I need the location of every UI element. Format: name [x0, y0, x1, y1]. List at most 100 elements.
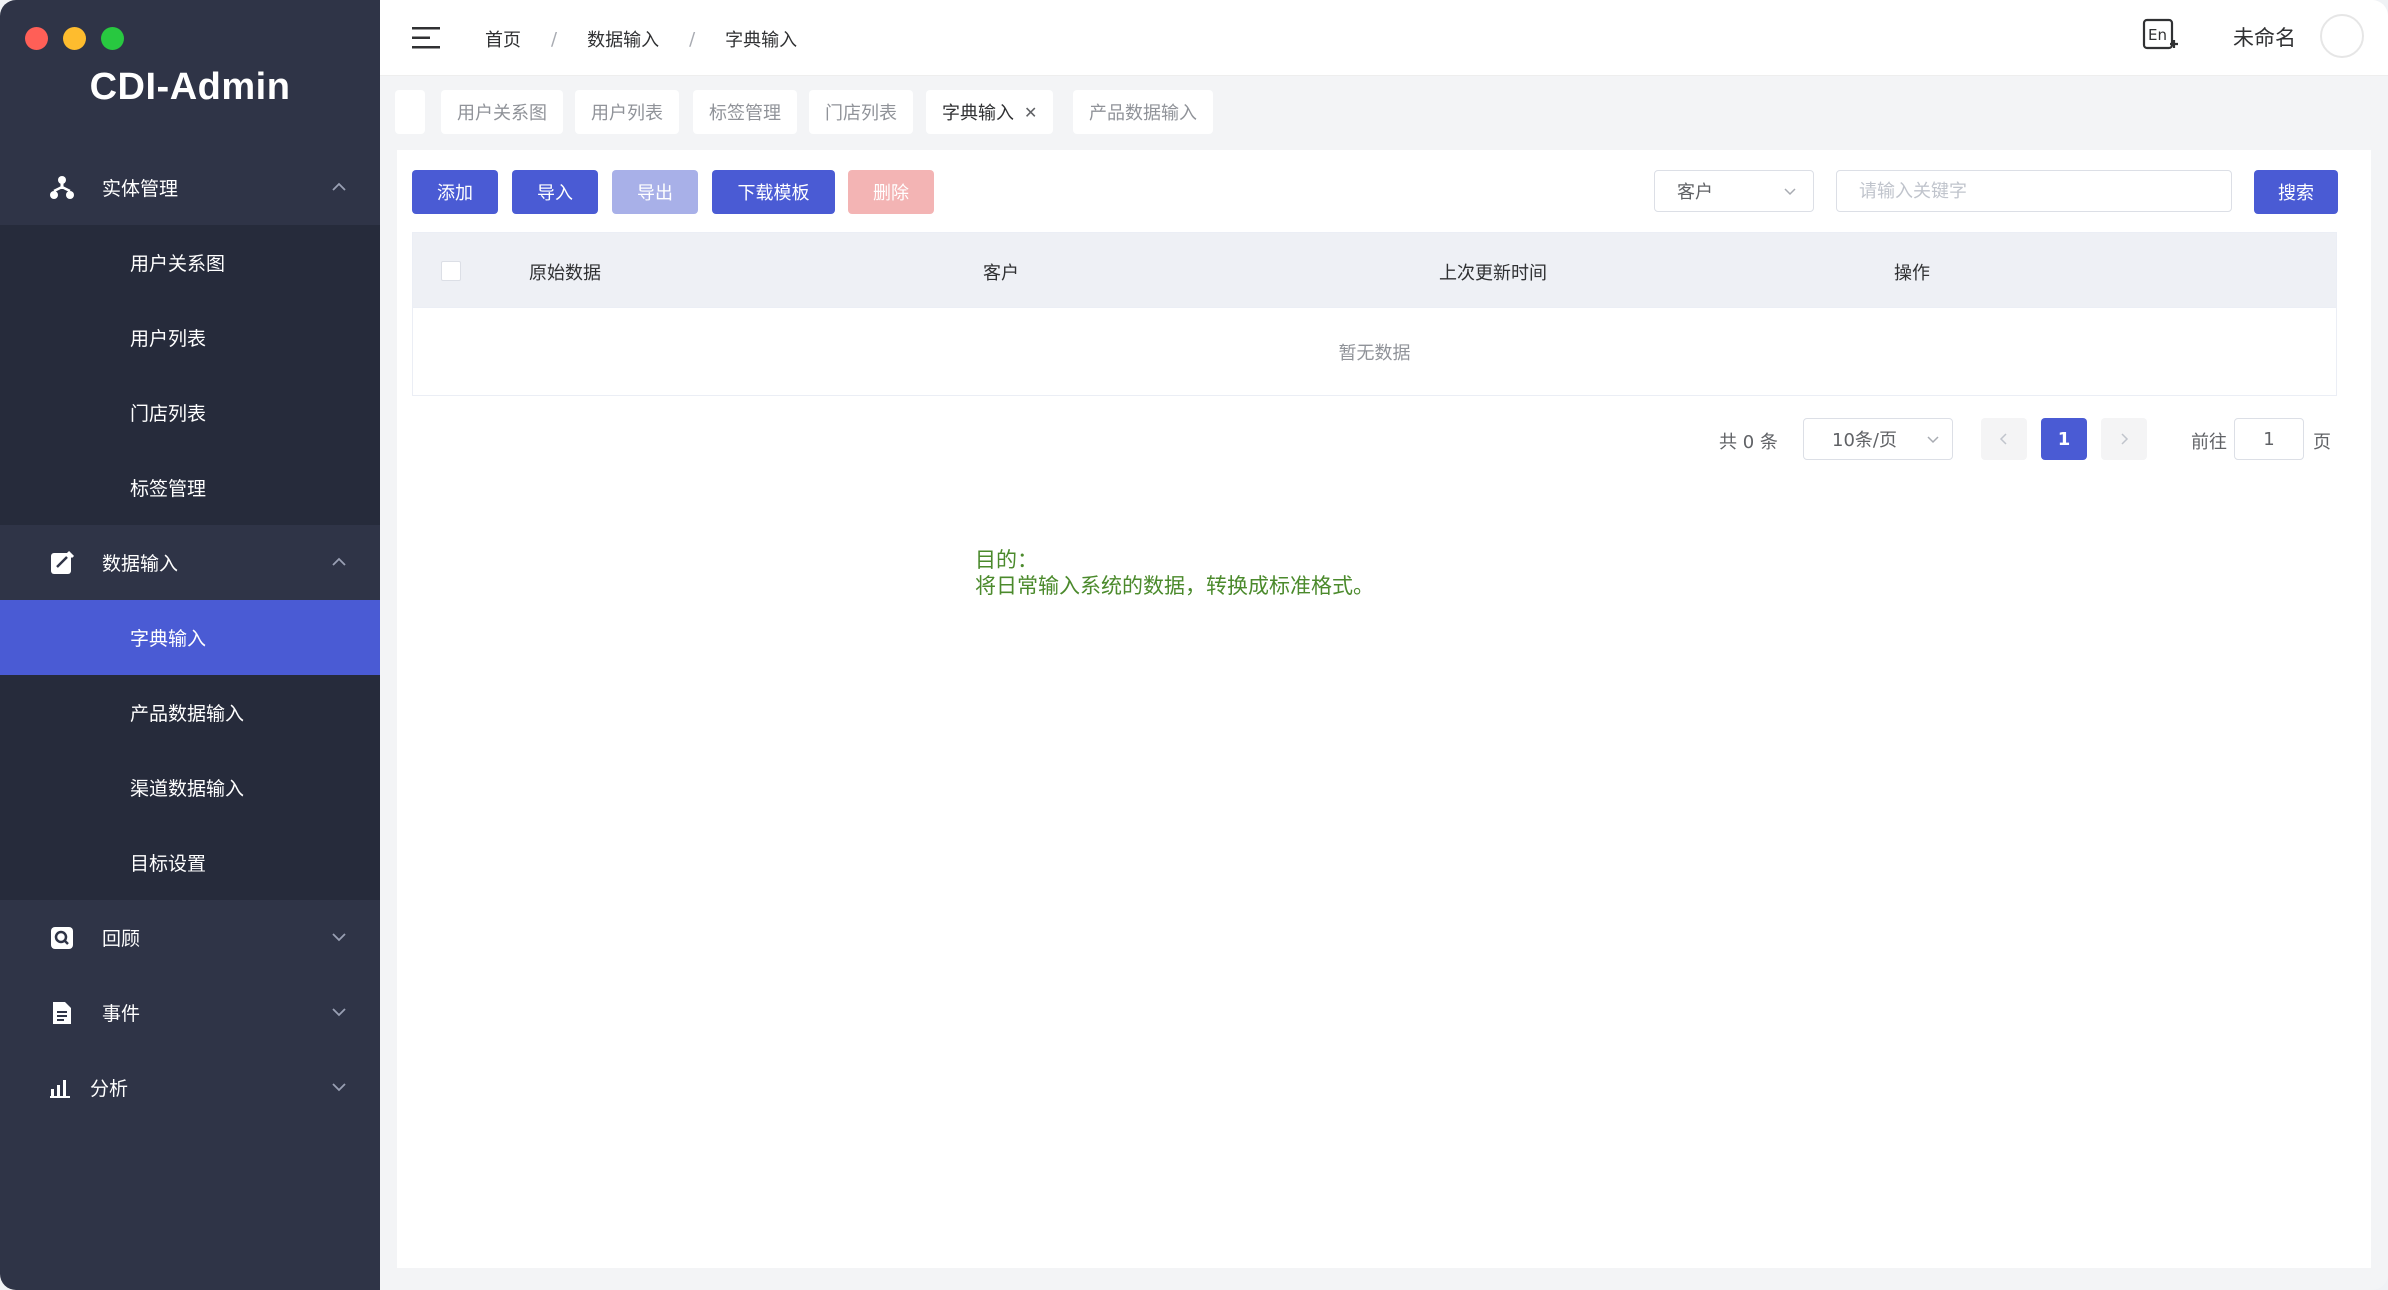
chevron-down-icon	[332, 1083, 346, 1092]
select-all-checkbox[interactable]	[441, 261, 461, 281]
menu-group-label: 数据输入	[102, 553, 179, 575]
menu-group-events[interactable]: 事件	[0, 975, 380, 1050]
chevron-up-icon	[332, 557, 346, 566]
sidebar-item-store-list[interactable]: 门店列表	[0, 375, 380, 450]
sidebar-item-channel-data-input[interactable]: 渠道数据输入	[0, 750, 380, 825]
import-button[interactable]: 导入	[512, 170, 598, 214]
column-header: 上次更新时间	[1439, 263, 1547, 284]
menu-group-review[interactable]: 回顾	[0, 900, 380, 975]
menu-group-label: 回顾	[102, 928, 141, 950]
menu-group-data-input[interactable]: 数据输入	[0, 525, 380, 600]
tab-tag-management[interactable]: 标签管理	[693, 90, 797, 134]
chevron-down-icon	[332, 1008, 346, 1017]
tab-label: 用户关系图	[457, 103, 547, 124]
tab-label: 门店列表	[825, 103, 897, 124]
menu-group-label: 事件	[102, 1003, 141, 1025]
chevron-down-icon	[1927, 436, 1939, 444]
tab-product-data-input[interactable]: 产品数据输入	[1073, 90, 1213, 134]
sidebar-item-tag-management[interactable]: 标签管理	[0, 450, 380, 525]
purpose-note-title: 目的：	[975, 548, 1038, 572]
tags-view-bar: 用户关系图 用户列表 标签管理 门店列表 字典输入 ✕ 产品数据输入	[380, 76, 2388, 146]
chevron-down-icon	[1784, 188, 1796, 196]
chevron-left-icon	[1999, 433, 2007, 445]
search-icon	[51, 927, 73, 949]
tab-label: 标签管理	[709, 103, 781, 124]
page-unit-label: 页	[2313, 432, 2331, 453]
sidebar-item-user-graph[interactable]: 用户关系图	[0, 225, 380, 300]
column-header: 原始数据	[529, 263, 601, 284]
close-icon[interactable]: ✕	[1024, 103, 1037, 122]
menu-group-label: 实体管理	[102, 178, 179, 200]
page-size-select[interactable]: 10条/页	[1803, 418, 1953, 460]
page-number-current[interactable]: 1	[2041, 418, 2087, 460]
table-header: 原始数据 客户 上次更新时间 操作	[413, 233, 2336, 307]
breadcrumb: 首页 / 数据输入 / 字典输入	[485, 26, 797, 52]
goto-label: 前往	[2191, 432, 2227, 453]
menu-toggle-icon[interactable]	[412, 24, 442, 52]
export-button: 导出	[612, 170, 698, 214]
sidebar-item-dictionary-input[interactable]: 字典输入	[0, 600, 380, 675]
username[interactable]: 未命名	[2233, 22, 2296, 52]
hierarchy-icon	[50, 176, 74, 199]
download-template-button[interactable]: 下载模板	[712, 170, 835, 214]
document-icon	[53, 1002, 71, 1024]
breadcrumb-item-home[interactable]: 首页	[485, 26, 521, 52]
pagination: 共 0 条 10条/页 1 前往 1 页	[397, 418, 2371, 460]
breadcrumb-item-data-input[interactable]: 数据输入	[587, 26, 659, 52]
pagination-total: 共 0 条	[1719, 432, 1778, 453]
tab-user-graph[interactable]: 用户关系图	[441, 90, 563, 134]
sidebar-item-user-list[interactable]: 用户列表	[0, 300, 380, 375]
sidebar-menu: 实体管理 用户关系图 用户列表 门店列表 标签管理 数据输入 字典输入 产品数据…	[0, 150, 380, 1125]
goto-page-input[interactable]: 1	[2234, 418, 2304, 460]
tab-store-list[interactable]: 门店列表	[809, 90, 913, 134]
chevron-down-icon	[332, 933, 346, 942]
tab-label: 产品数据输入	[1089, 103, 1197, 124]
menu-group-analysis[interactable]: 分析	[0, 1050, 380, 1125]
prev-page-button[interactable]	[1981, 418, 2027, 460]
avatar[interactable]	[2320, 14, 2364, 58]
tab-label: 用户列表	[591, 103, 663, 124]
tag-blank	[395, 90, 425, 134]
close-window-button[interactable]	[25, 27, 48, 50]
filter-select[interactable]: 客户	[1654, 170, 1814, 212]
sidebar-item-product-data-input[interactable]: 产品数据输入	[0, 675, 380, 750]
sidebar: CDI-Admin 实体管理 用户关系图 用户列表 门店列表 标签管理 数据输入…	[0, 0, 380, 1290]
tab-user-list[interactable]: 用户列表	[575, 90, 679, 134]
chevron-up-icon	[332, 182, 346, 191]
table-empty-text: 暂无数据	[413, 307, 2336, 395]
breadcrumb-separator: /	[689, 28, 696, 50]
app-window: CDI-Admin 实体管理 用户关系图 用户列表 门店列表 标签管理 数据输入…	[0, 0, 2388, 1290]
filter-select-value: 客户	[1677, 182, 1713, 203]
next-page-button[interactable]	[2101, 418, 2147, 460]
minimize-window-button[interactable]	[63, 27, 86, 50]
search-input[interactable]	[1836, 170, 2232, 212]
submenu-data-input: 字典输入 产品数据输入 渠道数据输入 目标设置	[0, 600, 380, 900]
menu-group-entity[interactable]: 实体管理	[0, 150, 380, 225]
bar-chart-icon	[50, 1080, 70, 1098]
language-switch-icon[interactable]: En	[2142, 16, 2180, 56]
data-table: 原始数据 客户 上次更新时间 操作 暂无数据	[412, 232, 2337, 396]
add-button[interactable]: 添加	[412, 170, 498, 214]
maximize-window-button[interactable]	[101, 27, 124, 50]
app-brand: CDI-Admin	[89, 66, 291, 108]
search-button[interactable]: 搜索	[2254, 170, 2338, 214]
window-controls	[25, 27, 124, 50]
column-header: 操作	[1894, 263, 1930, 284]
chevron-right-icon	[2121, 433, 2129, 445]
svg-text:En: En	[2148, 26, 2167, 44]
tab-label: 字典输入	[942, 103, 1014, 124]
sidebar-item-target-settings[interactable]: 目标设置	[0, 825, 380, 900]
top-bar: 首页 / 数据输入 / 字典输入 En 未命名	[380, 0, 2388, 76]
edit-icon	[51, 550, 75, 574]
breadcrumb-item-current: 字典输入	[725, 30, 798, 51]
submenu-entity: 用户关系图 用户列表 门店列表 标签管理	[0, 225, 380, 525]
purpose-note: 目的： 将日常输入系统的数据，转换成标准格式。	[975, 547, 1374, 599]
delete-button: 删除	[848, 170, 934, 214]
breadcrumb-separator: /	[551, 28, 558, 50]
purpose-note-text: 将日常输入系统的数据，转换成标准格式。	[975, 574, 1374, 598]
main-content: 添加 导入 导出 下载模板 删除 客户 搜索 原始数据 客户 上次更新时间 操作…	[397, 150, 2371, 1268]
tab-dictionary-input[interactable]: 字典输入 ✕	[926, 90, 1054, 134]
page-size-value: 10条/页	[1832, 430, 1897, 451]
menu-group-label: 分析	[90, 1078, 129, 1100]
column-header: 客户	[983, 263, 1019, 284]
